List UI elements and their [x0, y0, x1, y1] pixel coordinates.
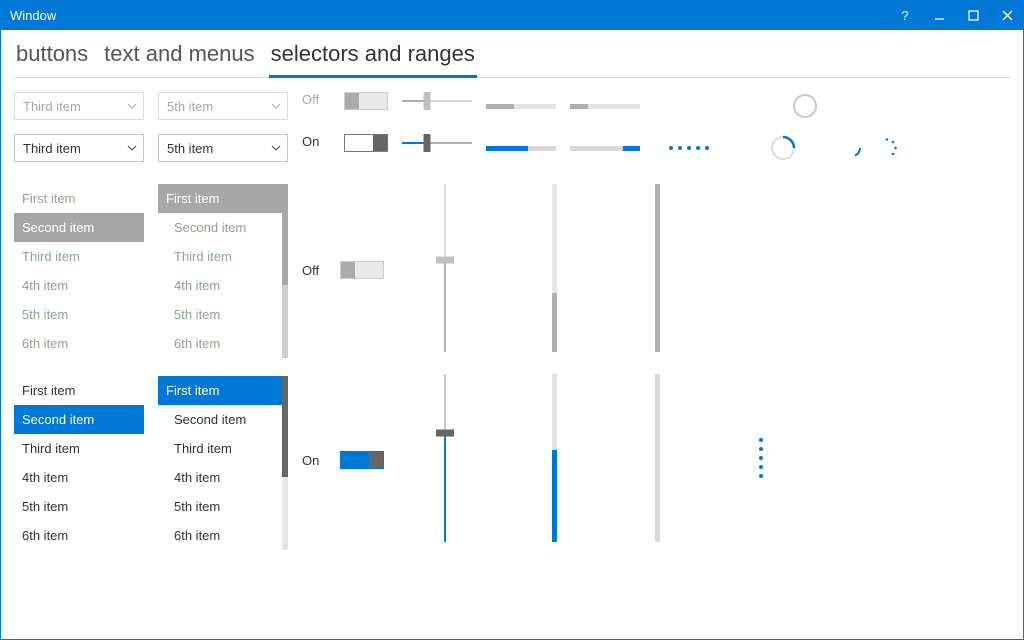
- help-button[interactable]: ?: [888, 0, 922, 30]
- titlebar: Window ?: [0, 0, 1024, 30]
- combo-disabled-a: Third item: [14, 92, 144, 120]
- chevron-down-icon: [271, 145, 281, 151]
- list-item: First item: [14, 184, 144, 213]
- combo-value: 5th item: [167, 99, 213, 114]
- list-item[interactable]: 6th item: [14, 521, 144, 550]
- combo-a[interactable]: Third item: [14, 134, 144, 162]
- tab-buttons[interactable]: buttons: [14, 37, 90, 78]
- chevron-down-icon: [271, 103, 281, 109]
- combo-value: 5th item: [167, 141, 213, 156]
- listbox-disabled-a: First item Second item Third item 4th it…: [14, 184, 144, 358]
- toggle-off-disabled-b: [340, 261, 384, 279]
- list-item: Third item: [166, 242, 282, 271]
- scrollbar: [282, 184, 288, 358]
- chevron-down-icon: [127, 145, 137, 151]
- progress-disabled-b: [570, 104, 640, 109]
- slider-a[interactable]: [402, 134, 472, 152]
- list-item: Third item: [14, 242, 144, 271]
- combo-disabled-b: 5th item: [158, 92, 288, 120]
- list-item[interactable]: 5th item: [166, 492, 282, 521]
- list-item: 5th item: [166, 300, 282, 329]
- list-item[interactable]: Third item: [166, 434, 282, 463]
- toggle-on-grey[interactable]: [344, 134, 388, 152]
- list-item[interactable]: 6th item: [166, 521, 282, 550]
- tab-bar: buttons text and menus selectors and ran…: [14, 36, 1010, 78]
- toggle-on-blue[interactable]: [340, 451, 384, 469]
- close-button[interactable]: [990, 0, 1024, 30]
- list-item[interactable]: Third item: [14, 434, 144, 463]
- list-item[interactable]: First item: [158, 376, 282, 405]
- list-item: 6th item: [14, 329, 144, 358]
- minimize-button[interactable]: [922, 0, 956, 30]
- combo-value: Third item: [23, 141, 81, 156]
- list-item[interactable]: 4th item: [14, 463, 144, 492]
- indeterminate-dots-vertical: [758, 374, 764, 542]
- window-buttons: ?: [888, 0, 1024, 30]
- window-title: Window: [10, 8, 56, 23]
- vslider-disabled: [436, 184, 454, 352]
- listbox-a[interactable]: First item Second item Third item 4th it…: [14, 376, 144, 550]
- combo-b[interactable]: 5th item: [158, 134, 288, 162]
- scrollbar[interactable]: [282, 376, 288, 550]
- list-item: Second item: [166, 213, 282, 242]
- toggle-disabled: [344, 92, 388, 110]
- list-item: 5th item: [14, 300, 144, 329]
- toggle-label-off-disabled: Off: [302, 92, 330, 107]
- ring-spinner-dots: [876, 137, 898, 159]
- vprogress-disabled-a: [552, 184, 557, 352]
- list-item: First item: [158, 184, 282, 213]
- list-item: 6th item: [166, 329, 282, 358]
- list-item[interactable]: 4th item: [166, 463, 282, 492]
- list-item[interactable]: Second item: [14, 405, 144, 434]
- combo-value: Third item: [23, 99, 81, 114]
- ring-spinner-b: [842, 138, 862, 158]
- toggle-label-off: Off: [302, 263, 330, 278]
- list-item: 4th item: [14, 271, 144, 300]
- chevron-down-icon: [127, 103, 137, 109]
- vslider-a[interactable]: [436, 374, 454, 542]
- slider-disabled: [402, 92, 472, 110]
- listbox-disabled-b: First item Second item Third item 4th it…: [158, 184, 282, 358]
- maximize-button[interactable]: [956, 0, 990, 30]
- vprogress-b: [655, 374, 660, 542]
- list-item[interactable]: 5th item: [14, 492, 144, 521]
- ring-spinner-a: [770, 135, 796, 161]
- indeterminate-dots: [654, 145, 724, 151]
- ring-spinner-disabled: [792, 93, 818, 119]
- progress-disabled-a: [486, 104, 556, 109]
- vprogress-a: [552, 374, 557, 542]
- list-item: Second item: [14, 213, 144, 242]
- vprogress-disabled-b: [655, 184, 660, 352]
- progress-a: [486, 146, 556, 151]
- tab-text-menus[interactable]: text and menus: [102, 37, 256, 78]
- listbox-b[interactable]: First item Second item Third item 4th it…: [158, 376, 282, 550]
- tab-selectors-ranges[interactable]: selectors and ranges: [269, 37, 477, 78]
- list-item[interactable]: First item: [14, 376, 144, 405]
- toggle-label-on: On: [302, 134, 330, 149]
- list-item[interactable]: Second item: [166, 405, 282, 434]
- list-item: 4th item: [166, 271, 282, 300]
- progress-b: [570, 146, 640, 151]
- toggle-label-on-b: On: [302, 453, 330, 468]
